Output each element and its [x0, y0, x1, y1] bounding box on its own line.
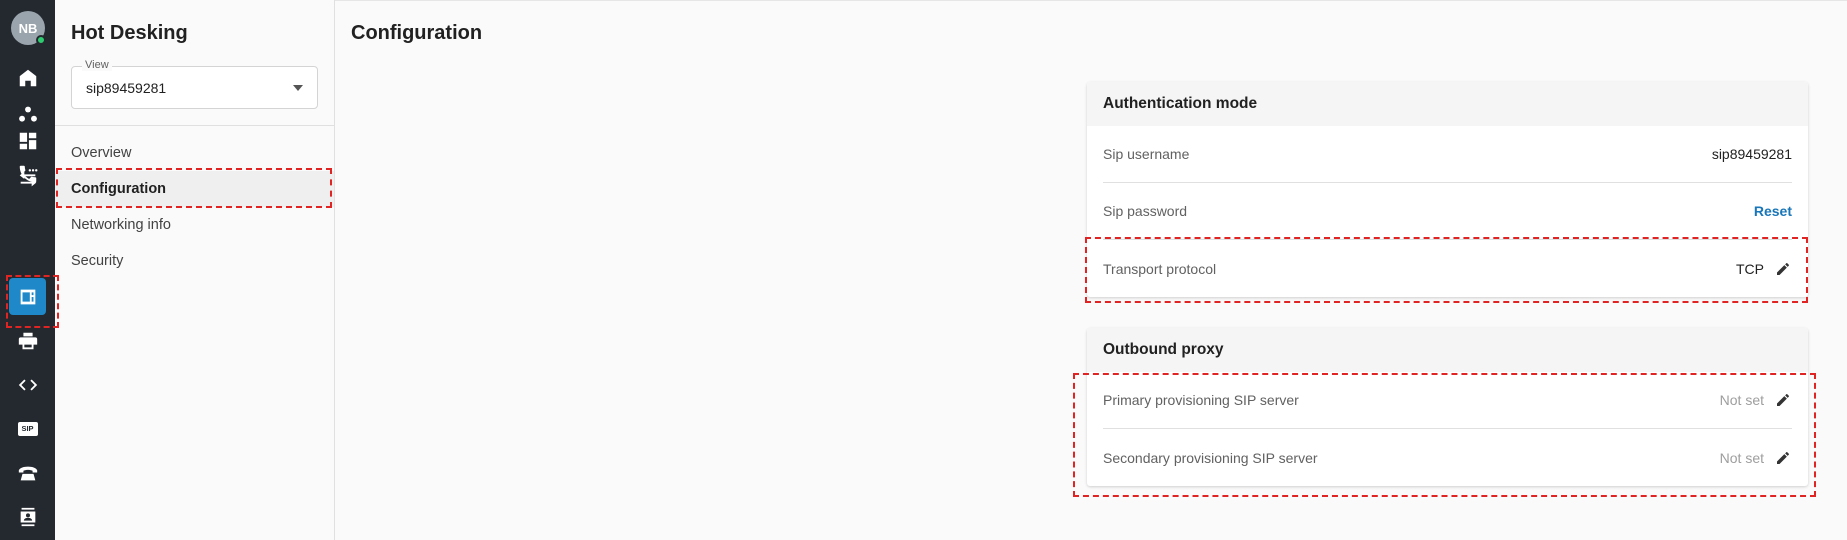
view-select[interactable]: View sip89459281 [71, 59, 318, 109]
hot-desking-icon[interactable] [9, 278, 46, 315]
printer-icon[interactable] [9, 322, 46, 359]
sip-icon[interactable]: SIP [9, 410, 46, 447]
sidebar-item-networking-info[interactable]: Networking info [55, 207, 334, 243]
pencil-icon[interactable] [1774, 449, 1792, 467]
sidebar-item-overview[interactable]: Overview [55, 135, 334, 171]
pencil-icon[interactable] [1774, 391, 1792, 409]
secondary-sip-server-value: Not set [1719, 449, 1764, 466]
view-select-label: View [82, 59, 112, 71]
dashboard-icon[interactable] [9, 122, 46, 159]
telephone-icon[interactable] [9, 454, 46, 491]
secondary-sip-server-row: Secondary provisioning SIP server Not se… [1103, 429, 1792, 486]
row-label: Primary provisioning SIP server [1103, 392, 1299, 408]
sidebar-title: Hot Desking [71, 22, 188, 44]
app-rail: NB SIP [0, 0, 55, 540]
sip-username-row: Sip username sip89459281 [1103, 126, 1792, 183]
pencil-icon[interactable] [1774, 260, 1792, 278]
view-select-value: sip89459281 [86, 80, 167, 96]
phone-dots-icon[interactable] [9, 165, 46, 272]
sidebar-divider [55, 125, 334, 126]
sip-password-row: Sip password Reset [1103, 183, 1792, 240]
caret-down-icon [293, 85, 303, 91]
transport-protocol-row: Transport protocol TCP [1103, 240, 1792, 297]
primary-sip-server-value: Not set [1719, 392, 1764, 408]
sip-glyph: SIP [17, 421, 38, 436]
card-title: Authentication mode [1087, 82, 1808, 126]
contacts-icon[interactable] [9, 498, 46, 535]
transport-protocol-value: TCP [1736, 260, 1764, 277]
row-label: Secondary provisioning SIP server [1103, 449, 1318, 466]
primary-sip-server-row: Primary provisioning SIP server Not set [1103, 372, 1792, 429]
online-status-dot [36, 35, 46, 45]
reset-password-link[interactable]: Reset [1754, 203, 1792, 219]
users-icon[interactable] [9, 85, 46, 122]
page-title: Configuration [351, 22, 483, 44]
avatar-initials: NB [18, 20, 38, 36]
top-divider [335, 0, 1847, 1]
code-icon[interactable] [9, 366, 46, 403]
row-label: Sip username [1103, 146, 1190, 162]
row-label: Sip password [1103, 203, 1188, 219]
authentication-mode-card: Authentication mode Sip username sip8945… [1087, 82, 1808, 297]
sidebar-item-security[interactable]: Security [55, 243, 334, 279]
sip-username-value: sip89459281 [1711, 146, 1792, 162]
secondary-sidebar: Hot Desking View sip89459281 Overview Co… [55, 0, 335, 540]
card-title: Outbound proxy [1087, 328, 1808, 372]
outbound-proxy-card: Outbound proxy Primary provisioning SIP … [1087, 328, 1808, 486]
row-label: Transport protocol [1103, 260, 1217, 277]
sidebar-item-configuration[interactable]: Configuration [55, 171, 334, 207]
